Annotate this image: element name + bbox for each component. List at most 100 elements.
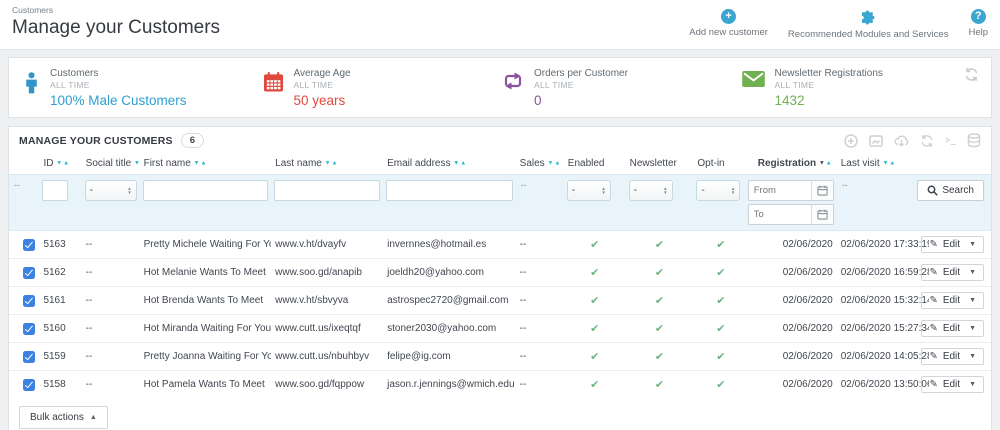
- recommended-modules-button[interactable]: Recommended Modules and Services: [788, 9, 949, 40]
- column-header-social-title[interactable]: Social title ▼▲: [82, 153, 140, 175]
- calendar-picker-icon[interactable]: [811, 205, 833, 224]
- registration-to-input[interactable]: [749, 205, 811, 224]
- edit-dropdown-caret[interactable]: ▼: [965, 353, 976, 360]
- filter-newsletter-select[interactable]: - ▲▼: [629, 180, 673, 201]
- newsletter-check-icon[interactable]: ✔: [655, 379, 664, 391]
- edit-dropdown-caret[interactable]: ▼: [965, 269, 976, 276]
- enabled-check-icon[interactable]: ✔: [590, 323, 599, 335]
- edit-button[interactable]: ✎ Edit ▼: [921, 292, 984, 309]
- optin-check-icon[interactable]: ✔: [716, 351, 725, 363]
- kpi-refresh-icon[interactable]: [964, 67, 979, 82]
- sort-icons[interactable]: ▼▲: [453, 161, 467, 167]
- cell-last-name: www.v.ht/sbvyva: [271, 287, 383, 315]
- column-header-last-name[interactable]: Last name ▼▲: [271, 153, 383, 175]
- column-header-first-name[interactable]: First name ▼▲: [140, 153, 272, 175]
- cell-last-visit: 02/06/2020 15:32:14: [837, 287, 929, 315]
- cell-email: felipe@ig.com: [383, 343, 516, 371]
- customer-count-badge: 6: [181, 133, 204, 148]
- edit-button[interactable]: ✎ Edit ▼: [921, 348, 984, 365]
- edit-button[interactable]: ✎ Edit ▼: [921, 320, 984, 337]
- row-checkbox[interactable]: [23, 379, 35, 391]
- cell-social-title: --: [82, 231, 140, 259]
- row-checkbox[interactable]: [23, 239, 35, 251]
- edit-dropdown-caret[interactable]: ▼: [965, 325, 976, 332]
- pencil-icon: ✎: [929, 379, 937, 390]
- optin-check-icon[interactable]: ✔: [716, 295, 725, 307]
- show-sql-query-icon[interactable]: >_: [945, 136, 956, 146]
- edit-button[interactable]: ✎ Edit ▼: [921, 236, 984, 253]
- newsletter-check-icon[interactable]: ✔: [655, 323, 664, 335]
- refresh-icon[interactable]: [920, 134, 934, 148]
- filter-optin-select[interactable]: - ▲▼: [696, 180, 740, 201]
- recommended-modules-label: Recommended Modules and Services: [788, 29, 949, 40]
- panel-title: MANAGE YOUR CUSTOMERS: [19, 135, 173, 147]
- enabled-check-icon[interactable]: ✔: [590, 351, 599, 363]
- filter-last-name-input[interactable]: [274, 180, 380, 201]
- sort-icons[interactable]: ▼▲: [56, 161, 70, 167]
- enabled-check-icon[interactable]: ✔: [590, 239, 599, 251]
- export-sql-manager-icon[interactable]: [967, 133, 981, 148]
- filter-email-input[interactable]: [386, 180, 513, 201]
- cell-first-name: Hot Pamela Wants To Meet: [140, 371, 272, 399]
- page-header: Customers Manage your Customers + Add ne…: [0, 0, 1000, 50]
- kpi-newsletter-registrations: Newsletter Registrations ALL TIME 1432: [742, 68, 982, 108]
- bulk-actions-button[interactable]: Bulk actions ▲: [19, 406, 108, 429]
- newsletter-check-icon[interactable]: ✔: [655, 351, 664, 363]
- row-checkbox[interactable]: [23, 351, 35, 363]
- kpi-customers: Customers ALL TIME 100% Male Customers: [23, 68, 263, 108]
- envelope-icon: [742, 71, 765, 87]
- enabled-check-icon[interactable]: ✔: [590, 379, 599, 391]
- newsletter-check-icon[interactable]: ✔: [655, 267, 664, 279]
- table-row: 5163 -- Pretty Michele Waiting For You w…: [9, 231, 991, 259]
- add-icon[interactable]: [844, 134, 858, 148]
- edit-dropdown-caret[interactable]: ▼: [965, 381, 976, 388]
- column-header-sales[interactable]: Sales ▼▲: [516, 153, 564, 175]
- filter-row: -- - ▲▼ -- - ▲▼: [9, 175, 991, 231]
- sort-icons[interactable]: ▼▲: [882, 161, 896, 167]
- cell-email: joeldh20@yahoo.com: [383, 259, 516, 287]
- filter-first-name-input[interactable]: [143, 180, 269, 201]
- column-header-email[interactable]: Email address ▼▲: [383, 153, 516, 175]
- newsletter-check-icon[interactable]: ✔: [655, 239, 664, 251]
- column-header-id[interactable]: ID ▼▲: [39, 153, 81, 175]
- filter-id-input[interactable]: [42, 180, 68, 201]
- row-checkbox[interactable]: [23, 323, 35, 335]
- column-header-last-visit[interactable]: Last visit ▼▲: [837, 153, 929, 175]
- export-icon[interactable]: [869, 134, 883, 148]
- registration-from-input[interactable]: [749, 181, 811, 200]
- calendar-picker-icon[interactable]: [811, 181, 833, 200]
- pencil-icon: ✎: [929, 323, 937, 334]
- select-stepper-icon: ▲▼: [731, 187, 735, 195]
- add-new-customer-button[interactable]: + Add new customer: [689, 9, 768, 40]
- edit-dropdown-caret[interactable]: ▼: [965, 241, 976, 248]
- filter-enabled-select[interactable]: - ▲▼: [567, 180, 611, 201]
- help-button[interactable]: ? Help: [968, 9, 988, 40]
- optin-check-icon[interactable]: ✔: [716, 379, 725, 391]
- row-checkbox[interactable]: [23, 267, 35, 279]
- optin-check-icon[interactable]: ✔: [716, 239, 725, 251]
- import-cloud-icon[interactable]: [894, 134, 909, 147]
- cell-id: 5161: [39, 287, 81, 315]
- sort-icons[interactable]: ▼▲: [547, 161, 561, 167]
- optin-check-icon[interactable]: ✔: [716, 323, 725, 335]
- newsletter-check-icon[interactable]: ✔: [655, 295, 664, 307]
- search-button[interactable]: Search: [917, 180, 984, 201]
- enabled-check-icon[interactable]: ✔: [590, 267, 599, 279]
- edit-button[interactable]: ✎ Edit ▼: [921, 264, 984, 281]
- breadcrumb[interactable]: Customers: [12, 5, 220, 15]
- optin-check-icon[interactable]: ✔: [716, 267, 725, 279]
- sort-icons[interactable]: ▼▲: [819, 161, 833, 167]
- edit-button[interactable]: ✎ Edit ▼: [921, 376, 984, 393]
- cell-sales: --: [516, 343, 564, 371]
- cell-registration: 02/06/2020: [748, 315, 836, 343]
- edit-dropdown-caret[interactable]: ▼: [965, 297, 976, 304]
- sort-icons[interactable]: ▼▲: [194, 161, 208, 167]
- filter-social-title-select[interactable]: - ▲▼: [85, 180, 137, 201]
- enabled-check-icon[interactable]: ✔: [590, 295, 599, 307]
- row-checkbox[interactable]: [23, 295, 35, 307]
- sort-icons[interactable]: ▼▲: [325, 161, 339, 167]
- cell-id: 5158: [39, 371, 81, 399]
- sort-icons[interactable]: ▼▲: [134, 161, 140, 167]
- column-header-registration[interactable]: Registration ▼▲: [748, 153, 836, 175]
- cell-last-name: www.v.ht/dvayfv: [271, 231, 383, 259]
